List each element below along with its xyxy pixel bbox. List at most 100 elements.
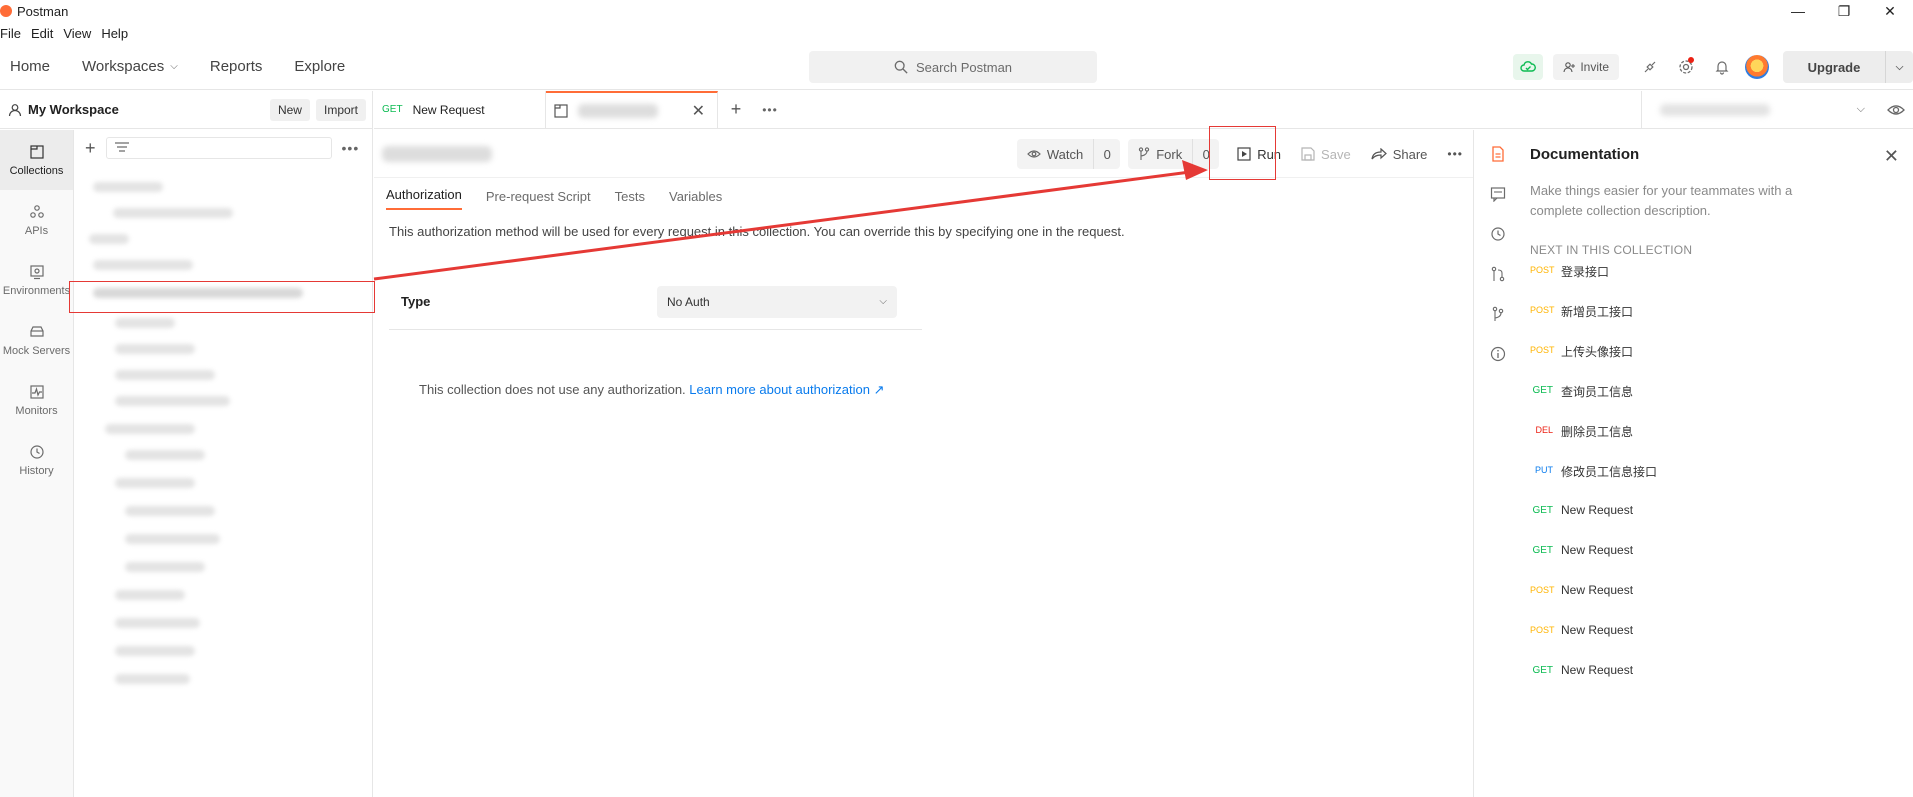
documentation-description[interactable]: Make things easier for your teammates wi… xyxy=(1530,181,1830,221)
list-item[interactable] xyxy=(115,344,195,354)
nav-reports[interactable]: Reports xyxy=(210,58,263,75)
avatar[interactable] xyxy=(1745,55,1769,79)
more-options-icon[interactable]: ••• xyxy=(342,140,360,156)
list-item[interactable]: GET 查询员工信息 xyxy=(1530,383,1913,423)
search-input[interactable]: Search Postman xyxy=(809,51,1097,83)
comment-icon[interactable] xyxy=(1490,186,1506,202)
menu-help[interactable]: Help xyxy=(101,26,134,41)
tab-label: New Request xyxy=(412,102,485,117)
watch-count[interactable]: 0 xyxy=(1094,147,1120,162)
list-item[interactable]: POST New Request xyxy=(1530,583,1913,623)
learn-more-link[interactable]: Learn more about authorization ↗ xyxy=(689,382,884,397)
watch-button[interactable]: Watch 0 xyxy=(1016,139,1121,169)
environment-select[interactable]: ⌵ xyxy=(1641,91,1913,128)
import-button[interactable]: Import xyxy=(315,98,366,121)
close-icon[interactable]: ✕ xyxy=(692,101,705,121)
list-item[interactable] xyxy=(115,646,195,656)
fork-button[interactable]: Fork 0 xyxy=(1128,139,1220,169)
list-item[interactable] xyxy=(115,618,200,628)
list-item[interactable]: GET New Request xyxy=(1530,543,1913,583)
list-item[interactable] xyxy=(125,534,220,544)
history-icon xyxy=(29,444,44,459)
nav-home[interactable]: Home xyxy=(10,58,50,75)
sidebar-item-monitors[interactable]: Monitors xyxy=(0,370,73,430)
sidebar-item-apis[interactable]: APIs xyxy=(0,190,73,250)
more-tabs-icon[interactable]: ••• xyxy=(754,91,786,128)
list-item[interactable] xyxy=(115,370,215,380)
satellite-button[interactable] xyxy=(1637,54,1663,80)
list-item[interactable] xyxy=(115,396,230,406)
list-item[interactable]: POST New Request xyxy=(1530,623,1913,663)
filter-input[interactable] xyxy=(105,137,332,159)
list-item[interactable]: GET New Request xyxy=(1530,503,1913,543)
info-icon[interactable] xyxy=(1490,346,1506,362)
menu-file[interactable]: File xyxy=(0,26,27,41)
list-item[interactable] xyxy=(125,450,205,460)
add-collection-button[interactable]: + xyxy=(85,138,96,159)
list-item[interactable]: POST 新增员工接口 xyxy=(1530,303,1913,343)
list-item[interactable] xyxy=(93,260,193,270)
nav-explore[interactable]: Explore xyxy=(294,58,345,75)
list-item[interactable] xyxy=(125,506,215,516)
list-item[interactable] xyxy=(115,478,195,488)
list-item[interactable] xyxy=(105,424,195,434)
sidebar-item-environments[interactable]: Environments xyxy=(0,250,73,310)
more-options-icon[interactable]: ••• xyxy=(1437,139,1473,169)
tab-tests[interactable]: Tests xyxy=(615,189,645,210)
nav-workspaces[interactable]: Workspaces ⌵ xyxy=(82,58,178,75)
sidebar-item-history[interactable]: History xyxy=(0,430,73,490)
list-item[interactable] xyxy=(93,182,163,192)
sidebar-item-collections[interactable]: Collections xyxy=(0,130,73,190)
list-item[interactable]: DEL 删除员工信息 xyxy=(1530,423,1913,463)
tab-pre-request-script[interactable]: Pre-request Script xyxy=(486,189,591,210)
restore-button[interactable]: ❐ xyxy=(1821,0,1867,22)
history-icon[interactable] xyxy=(1490,226,1506,242)
branch-icon[interactable] xyxy=(1490,306,1506,322)
method-badge: POST xyxy=(1530,265,1555,275)
tab-authorization[interactable]: Authorization xyxy=(386,187,462,210)
list-item[interactable] xyxy=(115,318,175,328)
chevron-down-icon[interactable]: ⌵ xyxy=(1885,51,1913,83)
list-item[interactable] xyxy=(89,234,129,244)
menu-edit[interactable]: Edit xyxy=(31,26,59,41)
save-button[interactable]: Save xyxy=(1291,139,1361,169)
list-item[interactable]: GET New Request xyxy=(1530,663,1913,703)
list-item[interactable]: POST 登录接口 xyxy=(1530,263,1913,303)
close-window-button[interactable]: ✕ xyxy=(1867,0,1913,22)
list-item[interactable] xyxy=(125,562,205,572)
list-item[interactable]: POST 上传头像接口 xyxy=(1530,343,1913,383)
share-button[interactable]: Share xyxy=(1361,139,1438,169)
upgrade-button[interactable]: Upgrade ⌵ xyxy=(1783,51,1913,83)
sidebar-item-mock-servers[interactable]: Mock Servers xyxy=(0,310,73,370)
sidebar-item-label: History xyxy=(19,464,54,477)
pull-request-icon[interactable] xyxy=(1490,266,1506,282)
notifications-button[interactable] xyxy=(1709,54,1735,80)
close-icon[interactable]: ✕ xyxy=(1884,146,1899,167)
tab-new-request[interactable]: GET New Request xyxy=(374,91,546,128)
document-icon[interactable] xyxy=(1490,146,1506,162)
top-nav: Home Workspaces ⌵ Reports Explore Search… xyxy=(0,44,1913,90)
sidebar-item-label: Collections xyxy=(9,164,64,177)
add-tab-button[interactable]: + xyxy=(718,91,754,128)
minimize-button[interactable]: — xyxy=(1775,0,1821,22)
apis-icon xyxy=(29,204,44,218)
list-item[interactable] xyxy=(115,674,190,684)
sync-status-button[interactable] xyxy=(1513,54,1544,80)
auth-type-row: Type No Auth ⌵ xyxy=(389,274,922,330)
eye-icon[interactable] xyxy=(1887,101,1905,119)
method-badge: GET xyxy=(382,104,403,115)
tab-collection[interactable]: ✕ xyxy=(546,91,718,128)
method-badge: GET xyxy=(1532,665,1553,676)
new-button[interactable]: New xyxy=(269,98,310,121)
list-item[interactable] xyxy=(115,590,185,600)
settings-button[interactable] xyxy=(1673,54,1699,80)
fork-main[interactable]: Fork xyxy=(1128,139,1194,169)
list-item[interactable] xyxy=(113,208,233,218)
invite-button[interactable]: Invite xyxy=(1553,54,1619,80)
tab-variables[interactable]: Variables xyxy=(669,189,722,210)
menu-view[interactable]: View xyxy=(63,26,97,41)
list-item[interactable]: PUT 修改员工信息接口 xyxy=(1530,463,1913,503)
watch-main[interactable]: Watch xyxy=(1017,139,1095,169)
auth-type-select[interactable]: No Auth ⌵ xyxy=(657,285,897,318)
environment-value-obscured xyxy=(1660,103,1770,116)
